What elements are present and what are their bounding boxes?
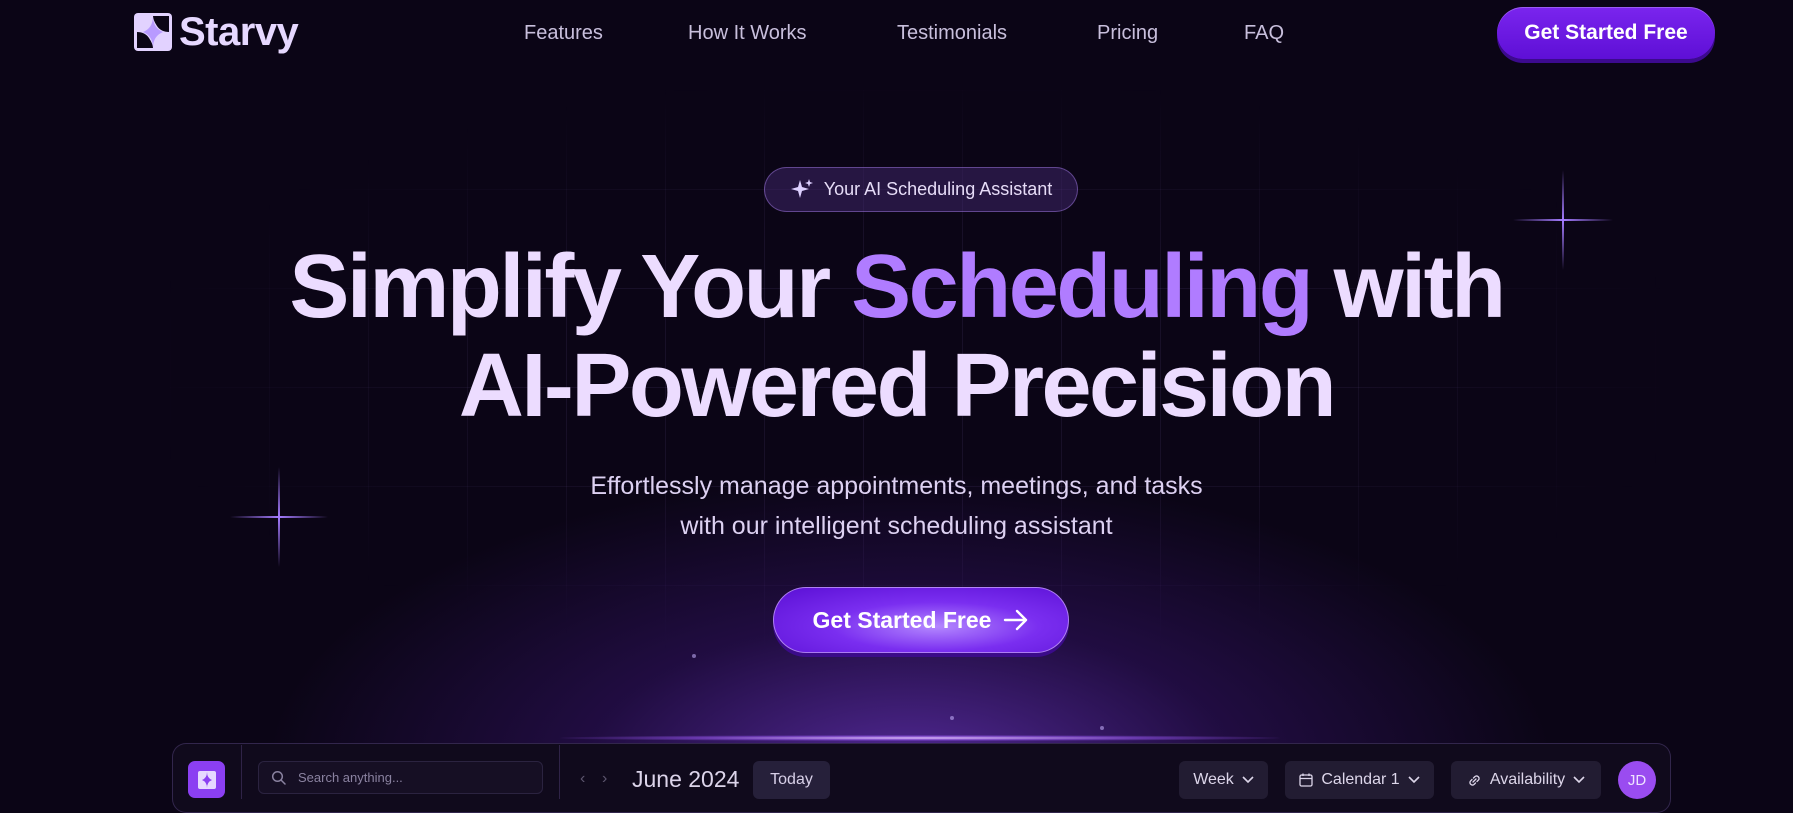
- star-dot: [692, 654, 696, 658]
- sparkle-icon: [790, 178, 813, 198]
- toolbar-divider: [559, 745, 560, 799]
- arrow-right-icon: [1004, 609, 1028, 631]
- hero-title-line1: Simplify Your Scheduling with: [0, 237, 1793, 337]
- search-input[interactable]: [296, 769, 520, 786]
- nav-features[interactable]: Features: [524, 20, 603, 46]
- cta-label: Get Started Free: [812, 606, 992, 633]
- search-icon: [271, 770, 286, 785]
- view-select[interactable]: Week: [1179, 761, 1268, 799]
- get-started-button-hero[interactable]: Get Started Free: [773, 587, 1069, 653]
- chevron-left-icon[interactable]: ‹: [580, 770, 585, 788]
- hero-title-line2: AI-Powered Precision: [458, 336, 1337, 436]
- availability-label: Availability: [1489, 771, 1566, 788]
- chevron-right-icon[interactable]: ›: [602, 770, 607, 788]
- view-select-value: Week: [1193, 771, 1234, 788]
- nav-pricing[interactable]: Pricing: [1097, 20, 1158, 46]
- calendar-select[interactable]: Calendar 1: [1285, 761, 1434, 799]
- chevron-down-icon: [1408, 776, 1420, 784]
- toolbar-divider: [241, 745, 242, 799]
- user-avatar[interactable]: JD: [1618, 761, 1656, 799]
- nav-how-it-works[interactable]: How It Works: [688, 20, 807, 46]
- ai-assistant-badge: Your AI Scheduling Assistant: [764, 167, 1078, 212]
- get-started-button-header[interactable]: Get Started Free: [1497, 7, 1715, 59]
- link-icon: [1469, 774, 1480, 786]
- availability-button[interactable]: Availability: [1451, 761, 1601, 799]
- chevron-down-icon: [1242, 776, 1254, 784]
- star-dot: [950, 716, 954, 720]
- today-button[interactable]: Today: [753, 761, 830, 799]
- horizon-glow: [560, 735, 1280, 741]
- app-logo[interactable]: [188, 761, 225, 798]
- current-month: June 2024: [632, 766, 740, 792]
- badge-label: Your AI Scheduling Assistant: [823, 179, 1053, 199]
- search-field[interactable]: [258, 761, 543, 794]
- nav-faq[interactable]: FAQ: [1244, 20, 1284, 46]
- title-accent-word: Scheduling: [851, 237, 1314, 337]
- title-text-start: Simplify Your: [289, 237, 852, 337]
- chevron-down-icon: [1573, 776, 1585, 784]
- calendar-icon: [1299, 773, 1314, 787]
- hero-subtitle-line1: Effortlessly manage appointments, meetin…: [590, 472, 1203, 500]
- app-logo-icon: [197, 770, 216, 789]
- title-text-end: with: [1311, 237, 1506, 337]
- star-dot: [1100, 726, 1104, 730]
- calendar-select-value: Calendar 1: [1321, 771, 1400, 788]
- nav-testimonials[interactable]: Testimonials: [897, 20, 1007, 46]
- hero-subtitle-line2: with our intelligent scheduling assistan…: [680, 512, 1113, 540]
